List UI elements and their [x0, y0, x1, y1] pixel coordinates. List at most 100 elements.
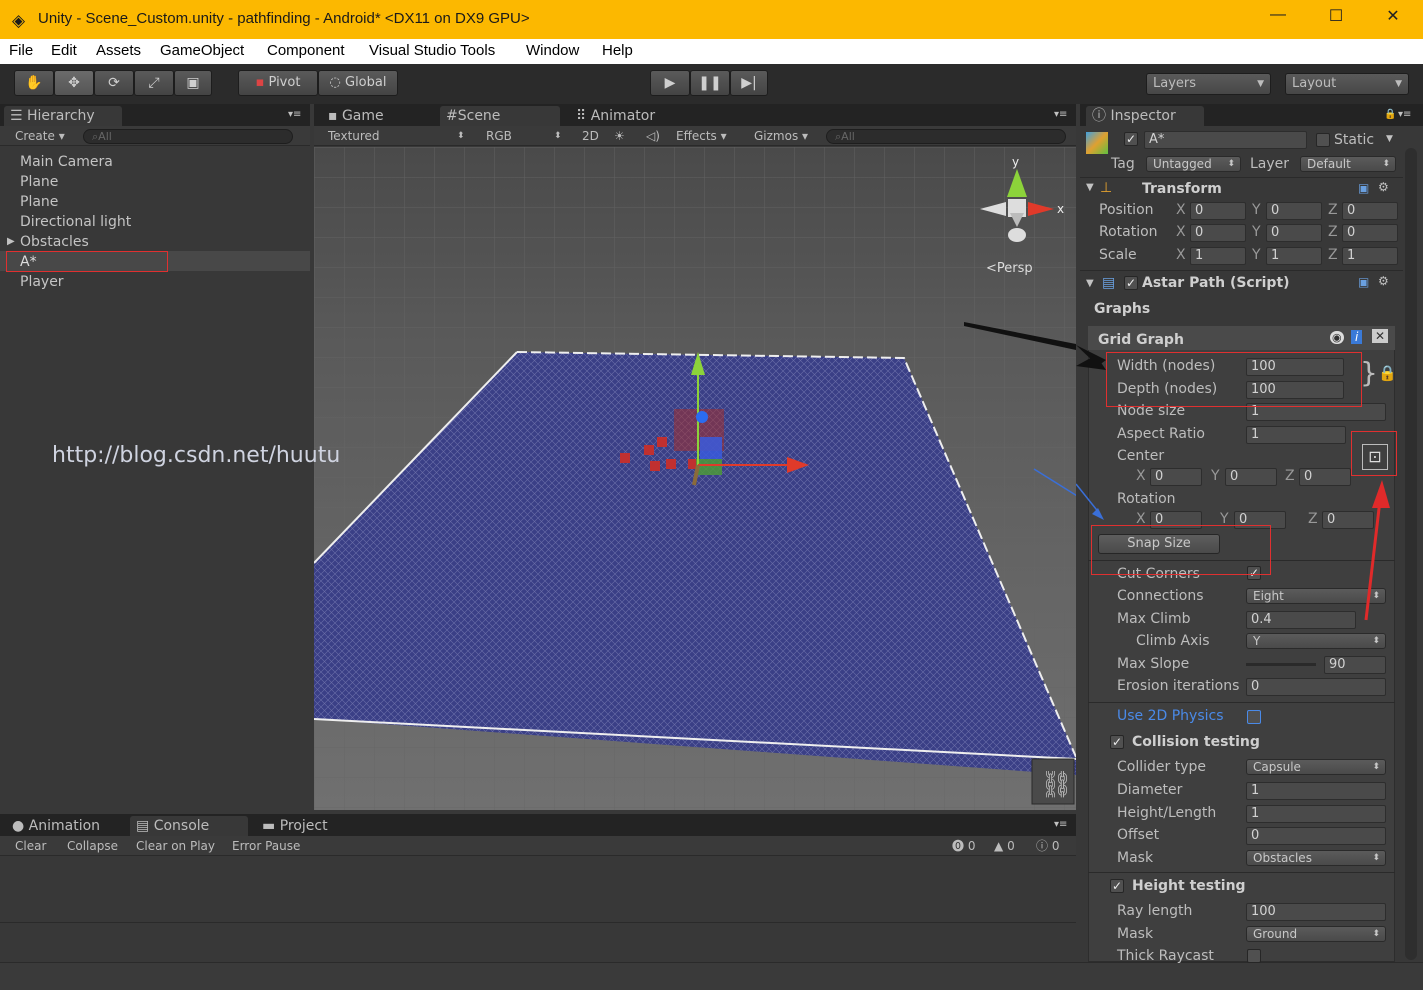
message-count-toggle[interactable]: ⓘ 0: [1036, 838, 1059, 854]
hierarchy-item[interactable]: Obstacles: [20, 234, 89, 250]
tab-project[interactable]: ▬ Project: [256, 816, 374, 836]
height-testing-checkbox[interactable]: ✓: [1110, 879, 1124, 893]
global-button[interactable]: ◌ Global: [318, 70, 398, 96]
tab-animation[interactable]: ● Animation: [6, 816, 122, 836]
menu-window[interactable]: Window: [526, 42, 579, 59]
gizmos-dropdown[interactable]: Gizmos ▾: [754, 128, 808, 144]
scene-search-input[interactable]: ⌕All: [826, 129, 1066, 144]
rect-tool-button[interactable]: ▣: [174, 70, 212, 96]
rotation-y-field[interactable]: 0: [1266, 224, 1322, 242]
max-slope-field[interactable]: 90: [1324, 656, 1386, 674]
hierarchy-item[interactable]: Main Camera: [20, 154, 113, 170]
tab-console[interactable]: ▤ Console: [130, 816, 248, 836]
inspector-scrollbar[interactable]: [1405, 148, 1417, 960]
scale-tool-button[interactable]: ⤢: [134, 70, 174, 96]
audio-icon[interactable]: ◁): [646, 128, 660, 144]
climb-axis-dropdown[interactable]: Y ⬍: [1246, 633, 1386, 649]
static-dropdown-arrow-icon[interactable]: ▼: [1386, 134, 1393, 144]
scale-x-field[interactable]: 1: [1190, 247, 1246, 265]
hierarchy-item[interactable]: Directional light: [20, 214, 131, 230]
rotation-x-field[interactable]: 0: [1190, 224, 1246, 242]
gear-icon[interactable]: ⚙: [1378, 180, 1389, 194]
collider-type-dropdown[interactable]: Capsule ⬍: [1246, 759, 1386, 775]
script-enabled-checkbox[interactable]: ✓: [1124, 276, 1138, 290]
gear-icon[interactable]: ⚙: [1378, 274, 1389, 288]
error-pause-button[interactable]: Error Pause: [232, 838, 300, 854]
use-2d-physics-checkbox[interactable]: [1247, 710, 1261, 724]
menu-edit[interactable]: Edit: [51, 42, 77, 59]
mask2-dropdown[interactable]: Ground ⬍: [1246, 926, 1386, 942]
menu-help[interactable]: Help: [602, 42, 633, 59]
foldout-arrow-icon[interactable]: ▼: [1086, 278, 1094, 289]
tab-hierarchy[interactable]: ☰ Hierarchy: [4, 106, 122, 126]
tag-dropdown[interactable]: Untagged ⬍: [1146, 156, 1241, 172]
lighting-icon[interactable]: ☀: [614, 128, 625, 144]
position-x-field[interactable]: 0: [1190, 202, 1246, 220]
create-dropdown[interactable]: Create ▾: [15, 128, 65, 144]
pivot-button[interactable]: ▪ Pivot: [238, 70, 318, 96]
foldout-arrow-icon[interactable]: ▼: [1086, 182, 1094, 193]
clear-button[interactable]: Clear: [15, 838, 46, 854]
collision-testing-checkbox[interactable]: ✓: [1110, 735, 1124, 749]
panel-menu-icon[interactable]: ▾≡: [1054, 819, 1067, 830]
layer-dropdown[interactable]: Default ⬍: [1300, 156, 1396, 172]
help-icon[interactable]: ▣: [1358, 181, 1369, 195]
maximize-button[interactable]: ☐: [1321, 6, 1351, 26]
height-length-field[interactable]: 1: [1246, 805, 1386, 823]
mode-2d-button[interactable]: 2D: [582, 128, 599, 144]
diameter-field[interactable]: 1: [1246, 782, 1386, 800]
erosion-field[interactable]: 0: [1246, 678, 1386, 696]
shading-dropdown[interactable]: Textured: [328, 128, 380, 144]
step-button[interactable]: ▶|: [730, 70, 768, 96]
move-tool-button[interactable]: ✥: [54, 70, 94, 96]
hierarchy-item[interactable]: Plane: [20, 174, 58, 190]
layout-dropdown[interactable]: Layout ▼: [1285, 73, 1409, 95]
persp-label[interactable]: <Persp: [986, 261, 1033, 276]
help-icon[interactable]: ▣: [1358, 275, 1369, 289]
hand-tool-button[interactable]: ✋: [14, 70, 54, 96]
rotation-z-field[interactable]: 0: [1342, 224, 1398, 242]
thick-raycast-checkbox[interactable]: [1247, 949, 1261, 963]
panel-menu-icon[interactable]: ▾≡: [288, 109, 301, 120]
position-z-field[interactable]: 0: [1342, 202, 1398, 220]
tab-animator[interactable]: ⠿ Animator: [570, 106, 690, 126]
tab-scene[interactable]: #Scene: [440, 106, 560, 126]
static-checkbox[interactable]: [1316, 133, 1330, 147]
scale-z-field[interactable]: 1: [1342, 247, 1398, 265]
collapse-button[interactable]: Collapse: [67, 838, 118, 854]
astar-path-header[interactable]: Astar Path (Script): [1142, 275, 1290, 291]
hierarchy-search-input[interactable]: ⌕All: [83, 129, 293, 144]
menu-visual-studio-tools[interactable]: Visual Studio Tools: [369, 42, 495, 59]
ray-length-field[interactable]: 100: [1246, 903, 1386, 921]
menu-component[interactable]: Component: [267, 42, 345, 59]
object-name-field[interactable]: A*: [1144, 131, 1307, 149]
menu-file[interactable]: File: [9, 42, 33, 59]
close-button[interactable]: ✕: [1378, 6, 1408, 26]
clear-on-play-button[interactable]: Clear on Play: [136, 838, 215, 854]
channel-dropdown[interactable]: RGB: [486, 128, 512, 144]
transform-header[interactable]: Transform: [1142, 181, 1222, 197]
mask-dropdown[interactable]: Obstacles ⬍: [1246, 850, 1386, 866]
panel-menu-icon[interactable]: ▾≡: [1398, 109, 1411, 120]
pause-button[interactable]: ❚❚: [690, 70, 730, 96]
layers-dropdown[interactable]: Layers ▼: [1146, 73, 1271, 95]
max-slope-slider-track[interactable]: [1246, 663, 1316, 666]
scene-viewport[interactable]: y x <Persp ⛓: [314, 147, 1076, 810]
active-checkbox[interactable]: ✓: [1124, 132, 1138, 146]
menu-assets[interactable]: Assets: [96, 42, 141, 59]
panel-menu-icon[interactable]: ▾≡: [1054, 109, 1067, 120]
minimize-button[interactable]: —: [1263, 6, 1293, 24]
hierarchy-item[interactable]: Player: [20, 274, 64, 290]
warning-count-toggle[interactable]: ▲ 0: [994, 838, 1015, 854]
error-count-toggle[interactable]: ⓿ 0: [952, 838, 975, 854]
menu-gameobject[interactable]: GameObject: [160, 42, 244, 59]
hierarchy-item[interactable]: Plane: [20, 194, 58, 210]
offset-field[interactable]: 0: [1246, 827, 1386, 845]
rotate-tool-button[interactable]: ⟳: [94, 70, 134, 96]
lock-icon[interactable]: 🔒: [1384, 109, 1396, 120]
tab-inspector[interactable]: ⓘ Inspector: [1086, 106, 1204, 126]
expand-triangle-icon[interactable]: ▶: [7, 236, 15, 247]
position-y-field[interactable]: 0: [1266, 202, 1322, 220]
play-button[interactable]: ▶: [650, 70, 690, 96]
tab-game[interactable]: ▪ Game: [322, 106, 432, 126]
